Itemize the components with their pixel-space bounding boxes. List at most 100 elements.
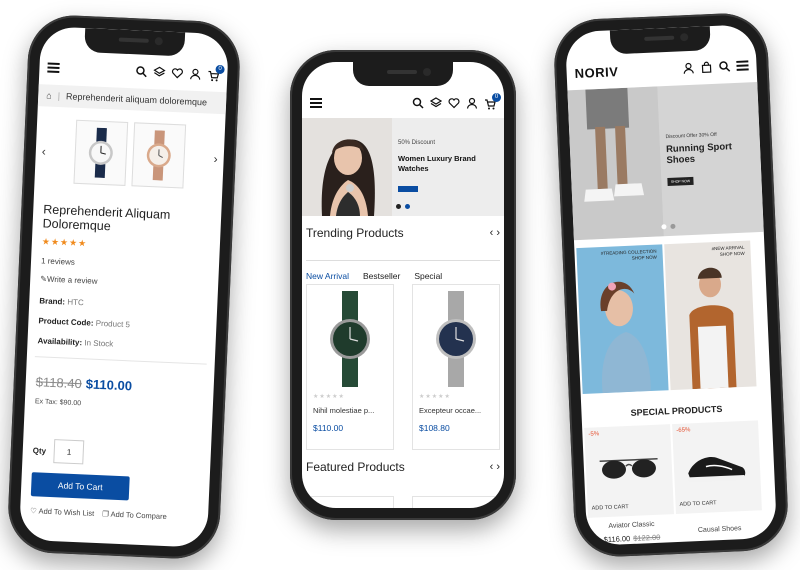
product-code-row: Product Code: Product 5 xyxy=(38,316,131,330)
menu-icon[interactable] xyxy=(310,98,322,108)
product-name[interactable]: Causal Shoes xyxy=(677,524,763,535)
layers-icon[interactable] xyxy=(430,97,442,109)
banner-dot[interactable] xyxy=(396,204,401,209)
special-products-title: SPECIAL PRODUCTS xyxy=(630,403,723,418)
user-icon[interactable] xyxy=(682,62,695,75)
add-to-cart-link[interactable]: ADD TO CART xyxy=(679,500,716,508)
next-arrow-icon[interactable]: › xyxy=(496,227,500,239)
product-title: Reprehenderit Aliquam Doloremque xyxy=(42,202,171,234)
collection-tile-new-arrival[interactable]: #NEW ARRIVAL SHOP NOW xyxy=(664,240,757,391)
product-name[interactable]: Nihil molestiae p... xyxy=(313,406,391,415)
showcase-stage: 0 ⌂ | Reprehenderit aliquam doloremque ‹… xyxy=(0,0,800,570)
cart-icon[interactable]: 0 xyxy=(484,93,501,110)
product-tabs: New Arrival Bestseller Special xyxy=(306,260,500,287)
product-image-green-watch xyxy=(330,291,370,387)
quantity-input[interactable]: 1 xyxy=(53,439,85,465)
secondary-actions: ♡ Add To Wish List ❐ Add To Compare xyxy=(30,506,167,521)
heart-icon[interactable] xyxy=(448,97,460,109)
thumbnail-watch-2[interactable] xyxy=(131,122,187,189)
screen: 0 ⌂ | Reprehenderit aliquam doloremque ‹… xyxy=(18,26,230,548)
runner-photo xyxy=(567,86,664,241)
user-icon[interactable] xyxy=(189,68,202,81)
tile-shop-link[interactable]: SHOP NOW xyxy=(632,255,657,261)
hero-banner[interactable]: Discount Offer 30% Off Running Sport Sho… xyxy=(567,82,764,241)
thumbnail-watch-1[interactable] xyxy=(73,119,129,186)
header: 0 xyxy=(39,56,228,86)
special-product-card[interactable]: -5% ADD TO CART xyxy=(584,424,674,518)
hero-dot-active[interactable] xyxy=(661,224,667,230)
product-card[interactable] xyxy=(306,496,394,508)
product-price: $108.80 xyxy=(419,423,450,433)
product-card[interactable] xyxy=(412,496,500,508)
compare-icon: ❐ xyxy=(102,509,110,519)
home-icon[interactable]: ⌂ xyxy=(46,90,52,100)
write-review-link[interactable]: ✎Write a review xyxy=(40,274,98,285)
banner-dots xyxy=(396,204,410,209)
tile-shop-link[interactable]: SHOP NOW xyxy=(720,251,745,257)
hero-dot[interactable] xyxy=(670,223,676,229)
rating-stars: ★★★★★ xyxy=(419,394,451,400)
heart-icon[interactable] xyxy=(171,67,184,80)
section-title: Trending Products xyxy=(306,226,404,240)
breadcrumb: ⌂ | Reprehenderit aliquam doloremque xyxy=(37,84,227,115)
menu-icon[interactable] xyxy=(736,60,749,71)
rating-stars: ★★★★★ xyxy=(313,394,345,400)
collection-tile-trending[interactable]: #TREADING COLLECTION SHOP NOW xyxy=(576,244,669,394)
hero-title: Running Sport Shoes xyxy=(665,141,733,167)
breadcrumb-current[interactable]: Reprehenderit aliquam doloremque xyxy=(66,91,207,107)
product-card[interactable]: ★★★★★ Nihil molestiae p... $110.00 xyxy=(306,284,394,450)
discount-badge: -65% xyxy=(676,427,691,434)
section-title: Featured Products xyxy=(306,460,405,474)
hero-shop-button[interactable]: SHOP NOW xyxy=(667,176,694,187)
product-name[interactable]: Aviator Classic xyxy=(588,520,674,531)
reviews-link[interactable]: 1 reviews xyxy=(41,256,75,266)
special-product-card[interactable]: -65% ADD TO CART xyxy=(672,420,762,515)
rating-stars: ★★★★★ xyxy=(41,236,88,249)
compare-link[interactable]: ❐ Add To Compare xyxy=(102,509,167,521)
current-price: $110.00 xyxy=(85,376,133,394)
model-photo xyxy=(302,118,392,216)
banner-shop-button[interactable] xyxy=(398,186,418,192)
product-name[interactable]: Excepteur occae... xyxy=(419,406,497,415)
product-image-sunglasses xyxy=(599,458,658,479)
phone-product-page: 0 ⌂ | Reprehenderit aliquam doloremque ‹… xyxy=(6,13,242,561)
user-icon[interactable] xyxy=(466,97,478,109)
prev-arrow-icon[interactable]: ‹ xyxy=(490,227,494,239)
hero-offer: Discount Offer 30% Off xyxy=(665,131,717,141)
add-to-cart-link[interactable]: ADD TO CART xyxy=(592,504,629,512)
product-image-blue-watch xyxy=(436,291,476,387)
product-price: $110.00 xyxy=(313,423,344,433)
banner-dot-active[interactable] xyxy=(405,204,410,209)
brand-logo[interactable]: NORIV xyxy=(574,64,618,81)
prev-arrow-icon[interactable]: ‹ xyxy=(490,461,494,473)
product-card[interactable]: ★★★★★ Excepteur occae... $108.80 xyxy=(412,284,500,450)
quantity-row: Qty 1 xyxy=(32,438,85,465)
search-icon[interactable] xyxy=(718,60,731,73)
thumb-next-arrow[interactable]: › xyxy=(213,152,218,166)
banner-offer: 50% Discount xyxy=(398,140,436,146)
old-price: $118.40 xyxy=(35,374,83,392)
availability-row: Availability: In Stock xyxy=(37,336,114,349)
search-icon[interactable] xyxy=(135,65,148,78)
layers-icon[interactable] xyxy=(153,66,166,79)
featured-header: Featured Products ‹ › xyxy=(306,460,500,474)
phone-home-page: 0 50% Discount Women Luxury Brand Watche… xyxy=(290,50,516,520)
cart-icon[interactable]: 0 xyxy=(207,64,225,82)
hero-dots xyxy=(661,223,676,230)
bag-icon[interactable] xyxy=(700,61,713,74)
product-image-sneaker xyxy=(688,456,746,483)
discount-badge: -5% xyxy=(588,431,600,438)
screen: NORIV Discount Offer 30% Off Running Spo… xyxy=(564,24,778,546)
hero-banner[interactable]: 50% Discount Women Luxury Brand Watches xyxy=(302,118,504,216)
next-arrow-icon[interactable]: › xyxy=(496,461,500,473)
menu-icon[interactable] xyxy=(47,62,60,73)
wishlist-link[interactable]: ♡ Add To Wish List xyxy=(30,506,94,518)
add-to-cart-button[interactable]: Add To Cart xyxy=(30,472,130,501)
search-icon[interactable] xyxy=(412,97,424,109)
cart-count-badge: 0 xyxy=(215,64,225,75)
cart-count-badge: 0 xyxy=(492,93,501,102)
header: 0 xyxy=(302,92,504,114)
man-photo xyxy=(689,267,737,390)
thumbnail-gallery xyxy=(34,118,225,192)
banner-title: Women Luxury Brand Watches xyxy=(398,154,476,173)
